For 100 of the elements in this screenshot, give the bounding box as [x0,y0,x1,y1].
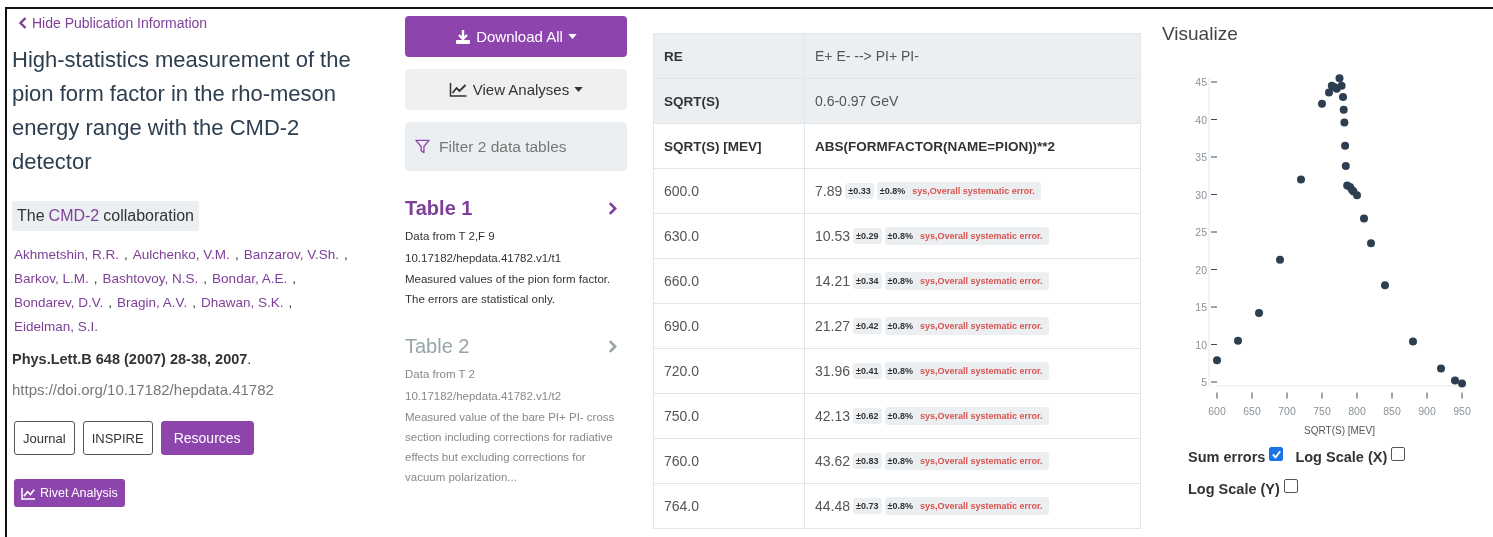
checkbox[interactable] [1269,447,1284,461]
comma: , [108,295,113,310]
y-tick: 45 [1195,76,1218,88]
y-tick-label: 10 [1195,338,1208,351]
x-tick: 950 [1453,392,1471,417]
table-cell: 630.0 [653,213,805,259]
column-header: SQRT(S) [MEV] [653,123,805,169]
data-point [1255,309,1263,317]
x-axis-label: SQRT(S) [MEV] [1304,424,1375,436]
data-point [1340,118,1349,127]
view-analyses-button[interactable]: View Analyses [405,69,627,110]
y-tick-label: 45 [1195,76,1208,88]
value-text: 21.27 [815,318,851,334]
table-cell: 750.0 [653,393,805,439]
sys-error-badge: ±0.8% sys,Overall systematic error. [876,182,1041,200]
publication-button[interactable]: Journal [14,421,75,455]
line-chart-icon [448,82,468,97]
y-tick-label: 5 [1201,376,1208,388]
table-description: Measured values of the pion form factor. The errors are statistical only. [405,272,612,307]
author-link[interactable]: Dhawan, S.K. [200,295,284,310]
sys-error-badge: ±0.8% sys,Overall systematic error. [884,227,1049,245]
value-text: 10.53 [815,228,851,244]
publication-button[interactable]: INSPIRE [82,421,153,455]
y-tick-label: 15 [1195,301,1208,313]
chevron-right-icon [608,340,617,353]
x-tick: 900 [1418,392,1436,417]
doi-link[interactable]: https://doi.org/10.17182/hepdata.41782 [12,381,274,398]
download-all-button[interactable]: Download All [405,16,627,57]
option-label: Sum errors [1188,449,1266,465]
stat-error-badge: ±0.73 [853,498,882,514]
author-link[interactable]: Bondar, A.E. [212,271,288,286]
value-text: 14.21 [815,273,851,289]
table-cell: 660.0 [653,258,805,304]
checkbox[interactable] [1283,479,1298,493]
caret-down-icon [567,34,577,39]
period: . [247,351,252,367]
author-link[interactable]: Banzarov, V.Sh. [243,247,339,262]
data-point [1339,105,1348,114]
author-link[interactable]: Akhmetshin, R.R. [14,247,120,262]
filter-field[interactable]: Filter 2 data tables [405,122,627,171]
x-tick: 600 [1208,392,1226,417]
y-tick-label: 25 [1195,226,1208,238]
checkbox[interactable] [1391,447,1406,461]
comma: , [234,247,239,262]
sys-error-badge: ±0.8% sys,Overall systematic error. [884,362,1049,380]
data-point [1337,81,1346,90]
table-description: Measured value of the bare PI+ PI- cross section including corrections for radiative effects but excluding corrections for vacuum polarization... [405,410,616,485]
author-link[interactable]: Barkov, L.M. [14,271,89,286]
author-link[interactable]: Bragin, A.V. [117,295,188,310]
sys-error-badge: ±0.8% sys,Overall systematic error. [884,452,1049,470]
author-link[interactable]: Bashtovoy, N.S. [102,271,199,286]
visualize-heading: Visualize [1161,23,1239,45]
table-name-link[interactable]: Table 1 [405,197,473,220]
value-text: 43.62 [815,453,851,469]
table-source: Data from T 2,F 9 [405,230,496,242]
publication-title: High-statistics measurement of the pion form factor in the rho-meson energy range with the CMD-2 detector [12,46,352,176]
sys-error-badge: ±0.8% sys,Overall systematic error. [884,497,1049,515]
x-tick-label: 850 [1383,404,1401,417]
table-cell: 690.0 [653,303,805,349]
x-tick-label: 950 [1453,404,1471,417]
value-text: 42.13 [815,408,851,424]
stat-error-badge: ±0.33 [845,183,874,199]
data-point [1234,336,1242,345]
stat-error-badge: ±0.83 [853,453,882,469]
author-link[interactable]: Aulchenko, V.M. [132,247,230,262]
y-tick: 5 [1201,376,1218,388]
collaboration-link[interactable]: CMD-2 [48,207,100,225]
publication-button[interactable]: Resources [160,421,254,455]
stat-error-badge: ±0.42 [853,318,882,334]
author-link[interactable]: Bondarev, D.V. [14,295,104,310]
qualifier-name: RE [653,33,805,79]
y-tick: 35 [1195,151,1218,163]
filter-input[interactable]: Filter 2 data tables [437,136,621,157]
comma: , [192,295,196,310]
data-point [1213,356,1221,365]
x-tick-label: 700 [1278,404,1296,417]
table-cell: 600.0 [653,168,805,214]
y-tick-label: 20 [1195,263,1208,276]
table-source: Data from T 2 [405,368,476,380]
data-point [1341,162,1350,170]
data-point [1437,364,1445,373]
sys-error-badge: ±0.8% sys,Overall systematic error. [884,317,1049,335]
hide-info-link[interactable]: Hide Publication Information [19,15,208,31]
sys-error-badge: ±0.8% sys,Overall systematic error. [884,272,1049,290]
table-cell: 760.0 [653,438,805,484]
data-point [1297,175,1305,184]
data-point [1341,141,1350,150]
author-link[interactable]: Eidelman, S.I. [14,319,99,334]
x-tick: 800 [1348,392,1366,417]
rivet-analysis-button[interactable]: Rivet Analysis [14,479,125,507]
comma: , [292,271,296,286]
x-tick: 750 [1313,392,1331,417]
y-tick-label: 40 [1195,113,1208,126]
qualifier-value: 0.6-0.97 GeV [804,78,1141,124]
y-tick: 20 [1195,263,1218,276]
y-tick-label: 35 [1195,151,1208,163]
y-tick: 40 [1195,113,1218,126]
data-point [1276,255,1284,264]
table-cell: 720.0 [653,348,805,394]
value-text: 44.48 [815,498,851,514]
